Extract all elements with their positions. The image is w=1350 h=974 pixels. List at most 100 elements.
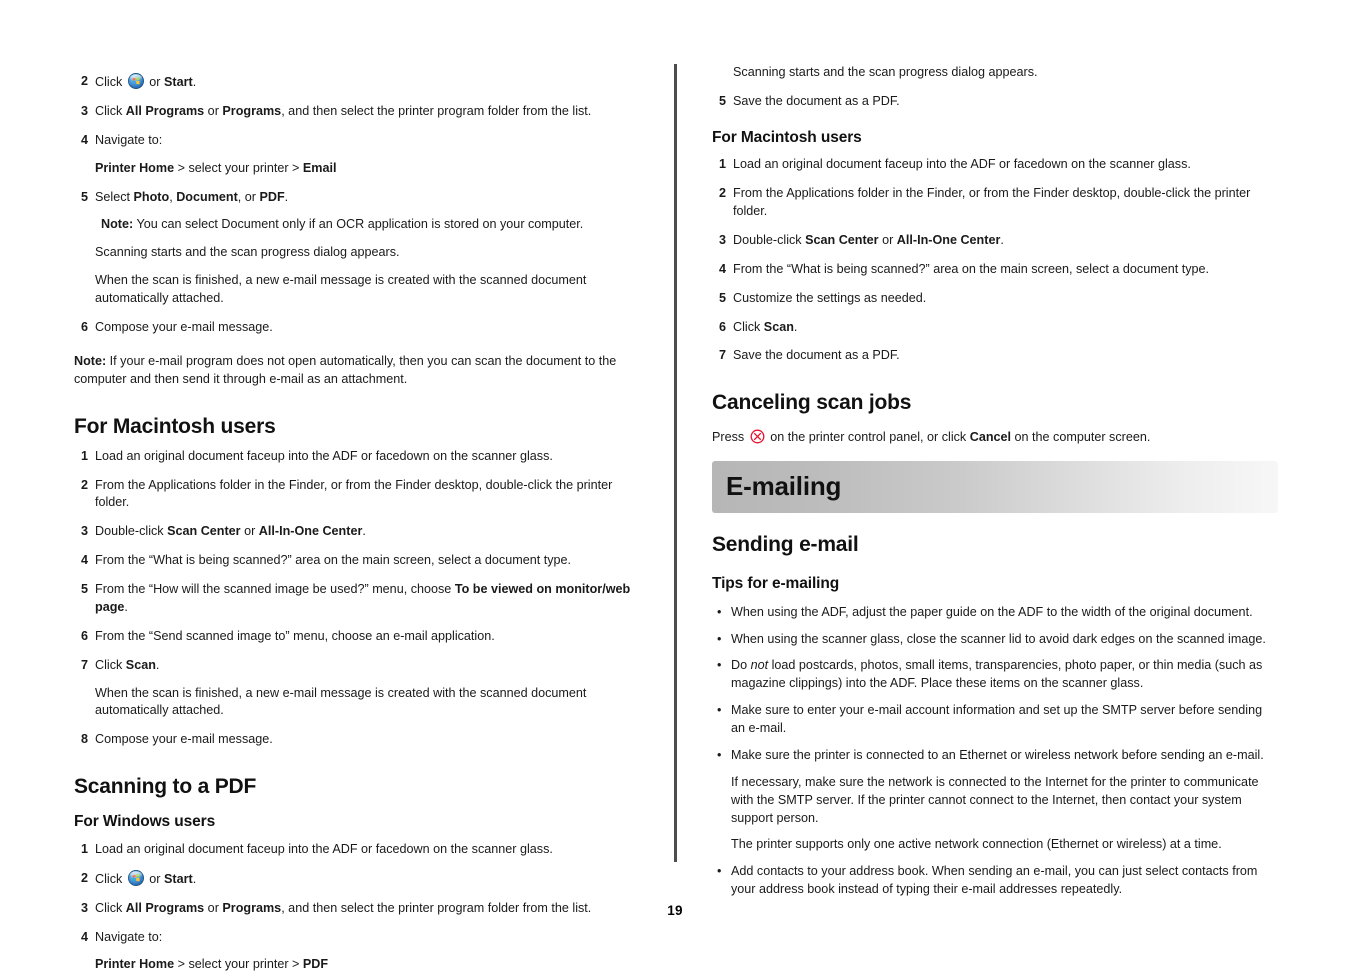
step-text-post: . [193, 75, 197, 89]
step-text-pre: From the “How will the scanned image be … [95, 582, 455, 596]
path-segment-root: Printer Home [95, 957, 174, 971]
step-text-post: . [285, 190, 289, 204]
list-item: • When using the ADF, adjust the paper g… [712, 604, 1278, 622]
list-item: 1 Load an original document faceup into … [712, 156, 1278, 174]
bullet-text: Make sure to enter your e-mail account i… [731, 703, 1262, 735]
step-text: Load an original document faceup into th… [733, 157, 1191, 171]
step-text-bold: Start [164, 75, 193, 89]
step-text-post: . [156, 658, 160, 672]
step-text-mid: or [241, 524, 259, 538]
heading-sending-email: Sending e-mail [712, 533, 1278, 557]
step-number: 1 [712, 156, 726, 174]
heading-for-windows-users: For Windows users [74, 813, 648, 832]
list-item: 7 Save the document as a PDF. [712, 347, 1278, 365]
step-number: 7 [74, 657, 88, 675]
list-item: 2 From the Applications folder in the Fi… [74, 477, 648, 513]
list-item: 1 Load an original document faceup into … [74, 448, 648, 466]
step-number: 3 [712, 232, 726, 250]
step-text: From the “What is being scanned?” area o… [733, 262, 1209, 276]
step-text: Compose your e-mail message. [95, 320, 273, 334]
list-item: • When using the scanner glass, close th… [712, 631, 1278, 649]
step-text-post: . [193, 872, 197, 886]
navigation-path: Printer Home > select your printer > PDF [95, 956, 648, 974]
cancel-x-icon [750, 429, 765, 444]
list-item: 6 Click Scan. [712, 319, 1278, 337]
page-number: 19 [0, 903, 1350, 918]
step-text: Load an original document faceup into th… [95, 449, 553, 463]
step-text-bold-2: All-In-One Center [897, 233, 1001, 247]
step-text-pre: Double-click [733, 233, 805, 247]
step-text-post: . [124, 600, 128, 614]
list-item: 2 From the Applications folder in the Fi… [712, 185, 1278, 221]
step-number: 5 [74, 189, 88, 207]
step-number: 2 [74, 73, 88, 91]
windows-start-orb-icon [128, 870, 144, 886]
email-windows-step-list: 2 Click or Start. 3 Click All Programs o… [74, 73, 648, 337]
email-macintosh-step-list: 1 Load an original document faceup into … [74, 448, 648, 750]
step-text-mid: or [879, 233, 897, 247]
step-text-bold: Start [164, 872, 193, 886]
step-text: Click Scan. [733, 320, 797, 334]
paragraph-mid: on the printer control panel, or click [767, 430, 970, 444]
step-text-bold-1: Scan Center [805, 233, 879, 247]
heading-scanning-to-a-pdf: Scanning to a PDF [74, 775, 648, 799]
step-text: Click or Start. [95, 75, 196, 89]
step-text: From the “Send scanned image to” menu, c… [95, 629, 495, 643]
canceling-scan-jobs-paragraph: Press on the printer control panel, or c… [712, 429, 1278, 447]
bullet-text: Add contacts to your address book. When … [731, 864, 1257, 896]
step-text-bold: Scan [126, 658, 156, 672]
paragraph-bold: Cancel [970, 430, 1011, 444]
step-number: 4 [712, 261, 726, 279]
paragraph-pre: Press [712, 430, 748, 444]
list-item: • Make sure to enter your e-mail account… [712, 702, 1278, 738]
list-item: 6 Compose your e-mail message. [74, 319, 648, 337]
step-text: Select Photo, Document, or PDF. [95, 190, 288, 204]
step-number: 1 [74, 448, 88, 466]
step-text-bold-2: All-In-One Center [259, 524, 363, 538]
pdf-windows-continuation-text: Scanning starts and the scan progress di… [712, 64, 1278, 82]
step-text-bold-3: PDF [259, 190, 284, 204]
bullet-text-post: load postcards, photos, small items, tra… [731, 658, 1262, 690]
step-number: 8 [74, 731, 88, 749]
step-text: Load an original document faceup into th… [95, 842, 553, 856]
bullet-text-italic: not [751, 658, 769, 672]
step-number: 6 [712, 319, 726, 337]
step-text-pre: Select [95, 190, 134, 204]
step-text-pre: Double-click [95, 524, 167, 538]
step-text-pre: Click [95, 75, 126, 89]
path-separator: > select your printer > [174, 161, 303, 175]
step-text-bold-2: Programs [222, 104, 281, 118]
step-text-bold-2: Document [176, 190, 238, 204]
list-item: 1 Load an original document faceup into … [74, 841, 648, 859]
list-item: 2 Click or Start. [74, 73, 648, 92]
bullet-continuation-2: The printer supports only one active net… [731, 836, 1278, 854]
path-segment-leaf: PDF [303, 957, 328, 971]
step-number: 1 [74, 841, 88, 859]
list-item: 8 Compose your e-mail message. [74, 731, 648, 749]
step-text: Navigate to: [95, 133, 162, 147]
step-number: 4 [74, 552, 88, 570]
step-text: Save the document as a PDF. [733, 94, 900, 108]
step-text: From the Applications folder in the Find… [733, 186, 1250, 218]
heading-for-macintosh-users: For Macintosh users [712, 129, 1278, 148]
bullet-text: Do not load postcards, photos, small ite… [731, 658, 1262, 690]
document-page: 2 Click or Start. 3 Click All Programs o… [0, 0, 1350, 954]
step-text: From the “What is being scanned?” area o… [95, 553, 571, 567]
bullet-icon: • [717, 863, 721, 881]
list-item: 5 Save the document as a PDF. [712, 93, 1278, 111]
bullet-icon: • [717, 657, 721, 675]
heading-for-macintosh-users: For Macintosh users [74, 415, 648, 439]
bullet-text-pre: Do [731, 658, 751, 672]
left-column: 2 Click or Start. 3 Click All Programs o… [74, 64, 648, 974]
note-text: If your e-mail program does not open aut… [74, 354, 616, 386]
bullet-icon: • [717, 702, 721, 720]
step-number: 5 [74, 581, 88, 599]
banner-heading-emailing: E-mailing [712, 461, 1278, 513]
pdf-windows-step-list-continued: 5 Save the document as a PDF. [712, 93, 1278, 111]
step-text-post: . [794, 320, 798, 334]
list-item: 5 Select Photo, Document, or PDF. Note: … [74, 189, 648, 308]
step-text: Click All Programs or Programs, and then… [95, 104, 591, 118]
path-segment-leaf: Email [303, 161, 337, 175]
step-text-pre: Click [733, 320, 764, 334]
list-item: 3 Double-click Scan Center or All-In-One… [74, 523, 648, 541]
